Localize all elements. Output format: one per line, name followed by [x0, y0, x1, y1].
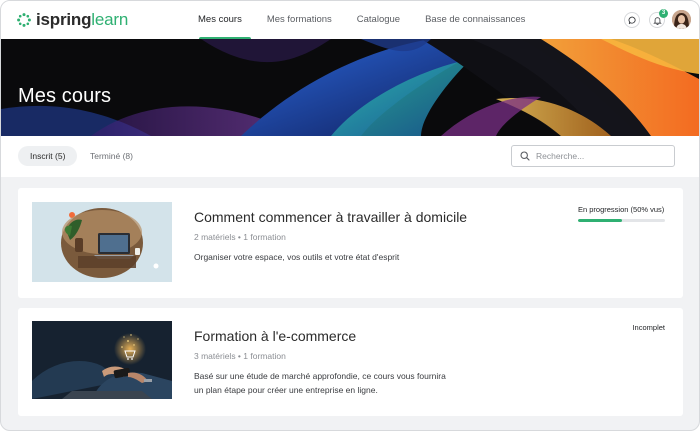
course-meta: 2 matériels • 1 formation — [194, 232, 286, 242]
search-icon — [520, 151, 530, 161]
course-description-line: un plan étape pour créer une entreprise … — [194, 385, 378, 395]
course-meta: 3 matériels • 1 formation — [194, 351, 286, 361]
progress-bar-fill — [578, 219, 622, 222]
main-nav: Mes cours Mes formations Catalogue Base … — [189, 1, 541, 39]
progress-bar — [578, 219, 665, 222]
course-card[interactable]: Formation à l'e-commerce 3 matériels • 1… — [18, 308, 683, 416]
course-status: Incomplet — [632, 323, 665, 332]
page-title: Mes cours — [18, 85, 112, 107]
logo-text-learn: learn — [91, 10, 129, 29]
course-thumbnail[interactable] — [32, 202, 172, 282]
notifications-button[interactable]: 3 — [649, 9, 668, 28]
nav-item-mes-formations[interactable]: Mes formations — [258, 1, 341, 39]
course-title[interactable]: Comment commencer à travailler à domicil… — [194, 208, 467, 226]
course-thumbnail-image — [32, 202, 172, 282]
course-thumbnail[interactable] — [32, 321, 172, 401]
course-status: En progression (50% vus) — [578, 205, 665, 214]
tab-termine[interactable]: Terminé (8) — [78, 146, 145, 166]
logo-text: ispringlearn — [36, 10, 128, 30]
nav-item-catalogue[interactable]: Catalogue — [348, 1, 409, 39]
logo-text-ispring: ispring — [36, 10, 92, 29]
app-window: ispringlearn Mes cours Mes formations Ca… — [0, 0, 700, 431]
search-box[interactable] — [511, 145, 675, 167]
course-description: Basé sur une étude de marché approfondie… — [194, 369, 474, 397]
user-photo — [672, 10, 691, 29]
top-navigation-bar: ispringlearn Mes cours Mes formations Ca… — [1, 1, 699, 39]
search-input[interactable] — [536, 151, 666, 161]
nav-item-base-de-connaissances[interactable]: Base de connaissances — [416, 1, 534, 39]
filter-bar: Inscrit (5) Terminé (8) — [1, 136, 699, 177]
course-description: Organiser votre espace, vos outils et vo… — [194, 252, 400, 262]
user-avatar[interactable] — [672, 10, 691, 29]
chat-icon — [628, 16, 636, 24]
page-banner: Mes cours — [1, 39, 699, 136]
course-description-line: Basé sur une étude de marché approfondie… — [194, 371, 446, 381]
tab-inscrit[interactable]: Inscrit (5) — [18, 146, 78, 166]
course-thumbnail-image — [32, 321, 172, 399]
nav-item-mes-cours[interactable]: Mes cours — [189, 1, 251, 39]
chat-button[interactable] — [624, 12, 640, 28]
notification-count-badge: 3 — [659, 9, 668, 18]
logo-icon — [17, 13, 31, 27]
ispring-learn-logo[interactable]: ispringlearn — [17, 10, 128, 30]
course-card[interactable]: Comment commencer à travailler à domicil… — [18, 188, 683, 298]
course-title[interactable]: Formation à l'e-commerce — [194, 327, 356, 345]
